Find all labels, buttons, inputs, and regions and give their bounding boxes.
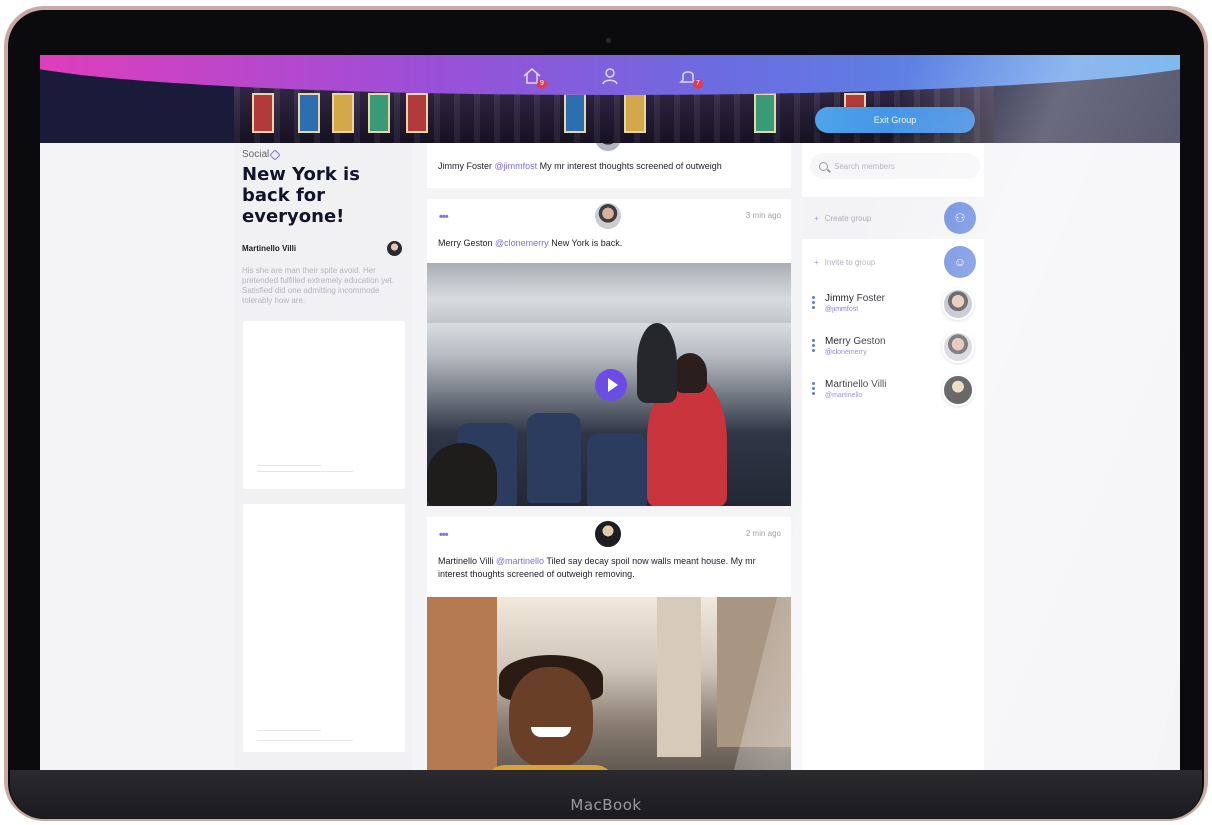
member-item[interactable]: Martinello Villi @martinello [802, 374, 984, 414]
avatar[interactable] [593, 519, 623, 549]
post-text: Merry Geston @clonemerry New York is bac… [427, 233, 791, 250]
article-excerpt: His she are man their spite avoid. Her p… [242, 266, 395, 305]
avatar[interactable] [942, 331, 974, 363]
logo-icon [269, 148, 281, 161]
member-name: Martinello Villi [825, 379, 887, 390]
create-group-label: Create group [814, 214, 872, 223]
notification-badge: 7 [693, 79, 703, 89]
banner-sign [332, 93, 354, 133]
banner-sign [406, 93, 428, 133]
more-options-icon[interactable]: ••• [439, 211, 449, 223]
post-header: ••• 2 min ago [427, 517, 791, 551]
right-sidebar: Create group ⚇ Invite to group ☺ Jimmy F… [802, 143, 984, 770]
banner-sign [252, 93, 274, 133]
banner-sign [564, 93, 586, 133]
bell-icon[interactable]: 7 [677, 65, 703, 89]
post-author[interactable]: Martinello Villi [438, 556, 493, 566]
member-menu-icon[interactable] [812, 339, 815, 354]
home-icon[interactable]: 9 [521, 65, 547, 89]
person-face [509, 667, 593, 767]
placeholder-line [257, 465, 321, 466]
passenger [637, 323, 677, 403]
post-timestamp: 2 min ago [745, 529, 781, 538]
post-feed: Jimmy Foster @jimmfost My mr interest th… [427, 143, 791, 770]
cabin-ceiling [427, 263, 791, 323]
play-button[interactable] [595, 369, 627, 401]
user-icon[interactable]: ☺ [944, 246, 976, 278]
building [427, 597, 497, 770]
member-menu-icon[interactable] [812, 382, 815, 397]
logo: Social [242, 148, 402, 161]
avatar[interactable] [942, 288, 974, 320]
building [657, 597, 701, 757]
avatar[interactable] [593, 201, 623, 231]
post-body: My mr interest thoughts screened of outw… [539, 161, 722, 171]
banner-sign [754, 93, 776, 133]
passenger [427, 443, 497, 506]
top-nav: 9 7 [40, 65, 1180, 89]
author-row: Martinello Villi [242, 241, 402, 256]
more-options-icon[interactable]: ••• [439, 529, 449, 541]
post-image[interactable] [427, 597, 791, 770]
post-handle[interactable]: @clonemerry [495, 238, 549, 248]
invite-to-group-label: Invite to group [814, 258, 876, 267]
post-author[interactable]: Jimmy Foster [438, 161, 492, 171]
member-handle: @clonemerry [825, 349, 867, 356]
member-item[interactable]: Jimmy Foster @jimmfost [802, 288, 984, 328]
article-headline: New York is back for everyone! [242, 164, 360, 227]
banner-sign [368, 93, 390, 133]
screen: 9 7 Exit Group Social New York is back f… [40, 55, 1180, 770]
member-search[interactable] [810, 153, 980, 179]
member-handle: @martinello [825, 392, 863, 399]
building [717, 597, 791, 747]
notification-badge: 9 [537, 79, 547, 89]
post-timestamp: 3 min ago [745, 211, 781, 220]
post-text: Martinello Villi @martinello Tiled say d… [427, 551, 791, 581]
post-header: ••• 3 min ago [427, 199, 791, 233]
seat [587, 433, 647, 506]
placeholder-card [243, 504, 405, 752]
play-icon [607, 378, 618, 392]
header-banner: 9 7 Exit Group [40, 55, 1180, 143]
article-card[interactable]: Social New York is back for everyone! Ma… [242, 148, 402, 306]
post-card: ••• 3 min ago Merry Geston @clonemerry N… [427, 199, 791, 506]
group-icon[interactable]: ⚇ [944, 202, 976, 234]
logo-text: Social [242, 149, 270, 160]
avatar[interactable] [942, 374, 974, 406]
invite-to-group-button[interactable]: Invite to group ☺ [802, 241, 984, 283]
post-handle[interactable]: @martinello [496, 556, 544, 566]
left-sidebar: Social New York is back for everyone! Ma… [234, 143, 412, 770]
banner-sign [624, 93, 646, 133]
member-name: Merry Geston [825, 336, 886, 347]
post-video[interactable] [427, 263, 791, 506]
user-icon[interactable] [599, 65, 621, 87]
search-icon [819, 161, 828, 171]
post-card: ••• 2 min ago Martinello Villi @martinel… [427, 517, 791, 770]
avatar[interactable] [387, 241, 402, 256]
post-handle[interactable]: @jimmfost [495, 161, 538, 171]
device-brand: MacBook [570, 796, 642, 814]
placeholder-line [257, 730, 321, 731]
member-item[interactable]: Merry Geston @clonemerry [802, 331, 984, 371]
member-menu-icon[interactable] [812, 296, 815, 311]
placeholder-line [257, 740, 353, 741]
member-handle: @jimmfost [825, 306, 859, 313]
create-group-button[interactable]: Create group ⚇ [802, 197, 984, 239]
post-card: Jimmy Foster @jimmfost My mr interest th… [427, 143, 791, 188]
post-author[interactable]: Merry Geston [438, 238, 493, 248]
member-name: Jimmy Foster [825, 293, 885, 304]
camera [606, 38, 611, 43]
search-input[interactable] [834, 161, 974, 171]
exit-group-button[interactable]: Exit Group [815, 107, 975, 133]
post-body: New York is back. [551, 238, 623, 248]
placeholder-line [257, 471, 353, 472]
person-smile [531, 727, 571, 737]
placeholder-card [243, 321, 405, 489]
banner-sign [298, 93, 320, 133]
passenger [673, 353, 707, 393]
seat [527, 413, 581, 503]
author-name[interactable]: Martinello Villi [242, 244, 296, 253]
